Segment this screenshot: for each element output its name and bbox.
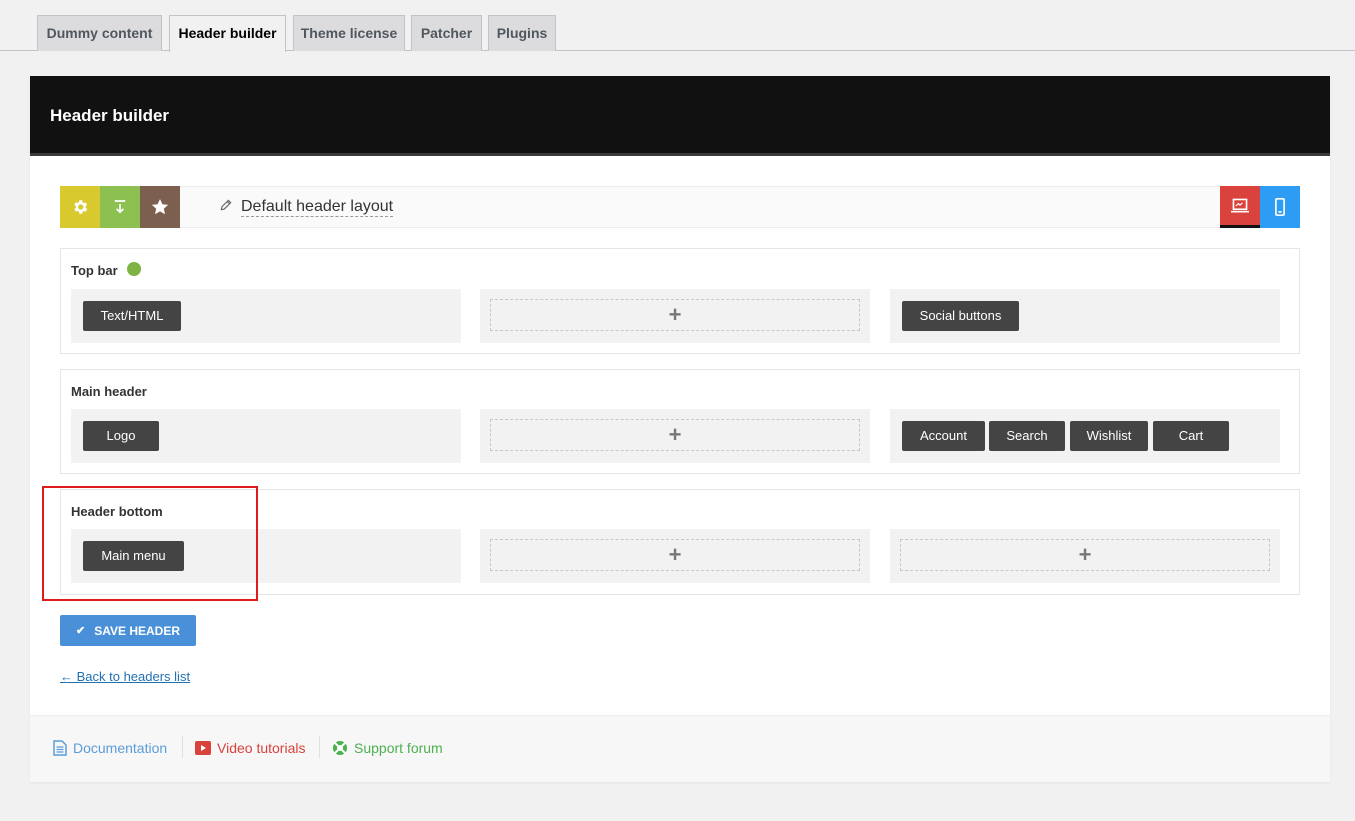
check-icon: ✔ xyxy=(75,625,86,637)
tab-bar: Dummy content Header builder Theme licen… xyxy=(0,0,1355,52)
row-title: Top bar xyxy=(71,262,141,278)
header-builder-panel: Header builder Default header layout Top… xyxy=(30,76,1330,782)
footer-divider xyxy=(319,736,320,758)
column-left: Text/HTML xyxy=(71,289,461,343)
column-left: Main menu xyxy=(71,529,461,583)
row-main-header: Main header Logo + Account Search Wishli… xyxy=(60,369,1300,474)
mobile-icon xyxy=(1275,198,1285,216)
tab-dummy-content[interactable]: Dummy content xyxy=(37,15,162,51)
add-element-button[interactable]: + xyxy=(490,299,860,331)
status-indicator xyxy=(126,262,141,276)
lifebuoy-icon xyxy=(333,741,347,755)
column-right: Account Search Wishlist Cart xyxy=(890,409,1280,463)
back-to-headers-link[interactable]: ← Back to headers list xyxy=(60,669,190,684)
tab-plugins[interactable]: Plugins xyxy=(488,15,556,51)
tab-patcher[interactable]: Patcher xyxy=(411,15,482,51)
panel-header: Header builder xyxy=(30,76,1330,156)
save-header-label: SAVE HEADER xyxy=(94,623,180,638)
settings-button[interactable] xyxy=(60,186,100,228)
download-icon xyxy=(114,200,126,214)
row-top-bar: Top bar Text/HTML + Social buttons xyxy=(60,248,1300,354)
footer-divider xyxy=(182,736,183,758)
pencil-icon xyxy=(219,198,233,217)
documentation-link[interactable]: Documentation xyxy=(53,738,167,758)
document-icon xyxy=(53,740,67,756)
row-title-text: Top bar xyxy=(71,263,118,278)
layout-name[interactable]: Default header layout xyxy=(201,187,394,227)
element-text-html[interactable]: Text/HTML xyxy=(83,301,181,331)
element-main-menu[interactable]: Main menu xyxy=(83,541,184,571)
favorite-button[interactable] xyxy=(140,186,180,228)
star-icon xyxy=(151,199,169,215)
video-tutorials-label: Video tutorials xyxy=(217,740,306,756)
element-search[interactable]: Search xyxy=(989,421,1065,451)
add-element-button[interactable]: + xyxy=(490,539,860,571)
column-right: + xyxy=(890,529,1280,583)
documentation-label: Documentation xyxy=(73,740,168,756)
save-header-button[interactable]: ✔ SAVE HEADER xyxy=(60,615,196,646)
layout-toolbar: Default header layout xyxy=(60,186,1300,228)
row-title-text: Main header xyxy=(71,384,147,399)
column-right: Social buttons xyxy=(890,289,1280,343)
column-left: Logo xyxy=(71,409,461,463)
panel-title: Header builder xyxy=(50,106,170,125)
tab-theme-license[interactable]: Theme license xyxy=(293,15,405,51)
add-element-button[interactable]: + xyxy=(490,419,860,451)
column-center: + xyxy=(480,529,870,583)
element-cart[interactable]: Cart xyxy=(1153,421,1229,451)
desktop-view-button[interactable] xyxy=(1220,186,1260,228)
youtube-icon xyxy=(195,741,211,755)
column-center: + xyxy=(480,289,870,343)
row-header-bottom: Header bottom Main menu + + xyxy=(60,489,1300,595)
video-tutorials-link[interactable]: Video tutorials xyxy=(195,738,305,758)
add-element-button[interactable]: + xyxy=(900,539,1270,571)
element-account[interactable]: Account xyxy=(902,421,985,451)
row-title: Main header xyxy=(71,384,147,399)
tab-header-builder[interactable]: Header builder xyxy=(169,15,286,52)
laptop-icon xyxy=(1231,198,1249,213)
row-title-text: Header bottom xyxy=(71,504,163,519)
row-title: Header bottom xyxy=(71,504,163,519)
element-social-buttons[interactable]: Social buttons xyxy=(902,301,1019,331)
element-logo[interactable]: Logo xyxy=(83,421,159,451)
element-wishlist[interactable]: Wishlist xyxy=(1070,421,1148,451)
layout-name-text[interactable]: Default header layout xyxy=(241,198,394,217)
gear-icon xyxy=(74,200,88,214)
import-button[interactable] xyxy=(100,186,140,228)
support-forum-label: Support forum xyxy=(354,740,443,756)
help-footer: Documentation Video tutorials Support fo… xyxy=(30,715,1330,782)
support-forum-link[interactable]: Support forum xyxy=(332,738,443,758)
mobile-view-button[interactable] xyxy=(1260,186,1300,228)
column-center: + xyxy=(480,409,870,463)
